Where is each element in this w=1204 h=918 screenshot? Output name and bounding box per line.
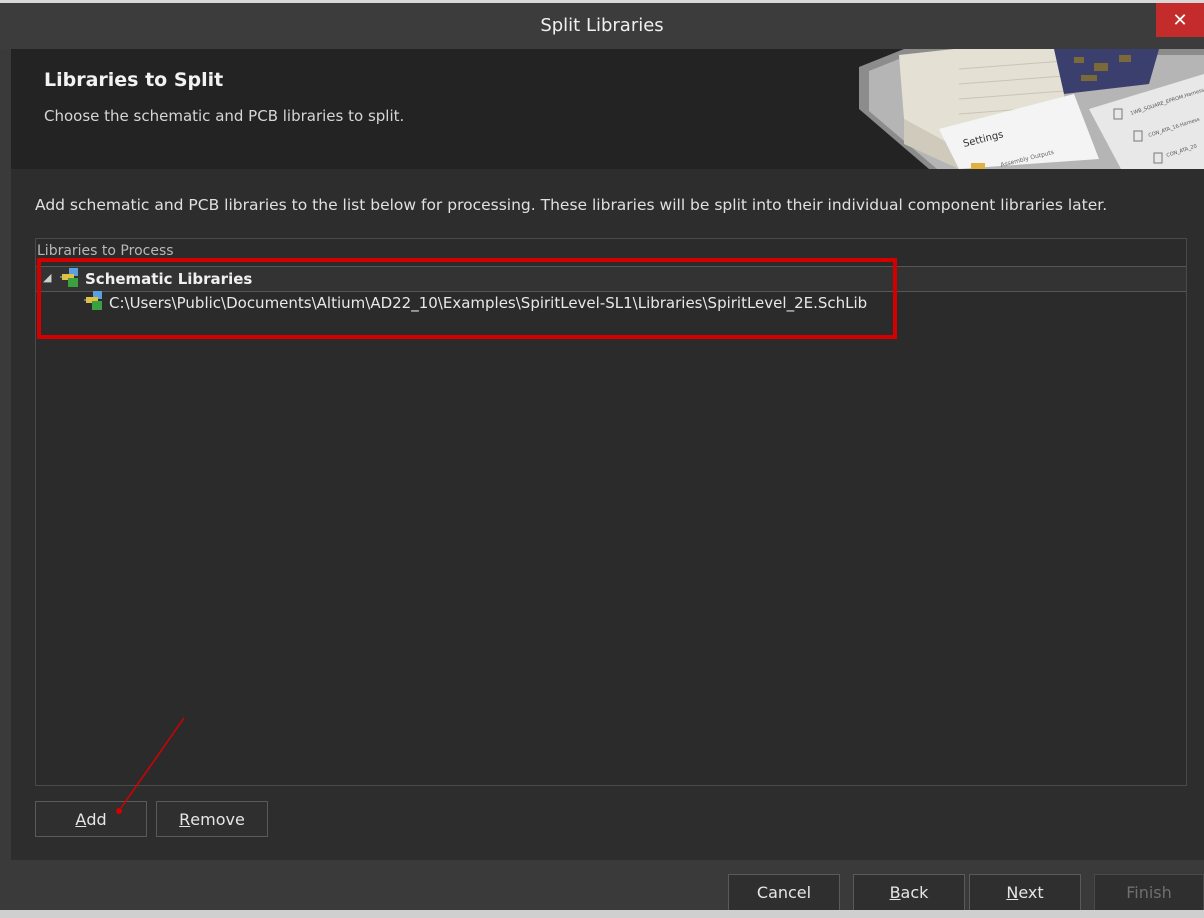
libraries-list[interactable]: Libraries to Process ◢ Schematic Librari… [35, 238, 1187, 786]
back-label-rest: ack [900, 883, 929, 902]
next-mnemonic: N [1006, 883, 1019, 902]
group-label: Schematic Libraries [85, 270, 253, 288]
close-button[interactable]: ✕ [1156, 3, 1204, 37]
header-illustration: Settings Assembly Outputs 1WB_SQUARE_EPR… [859, 49, 1204, 169]
wizard-content-panel: Libraries to Split Choose the schematic … [11, 49, 1204, 860]
page-title: Libraries to Split [44, 69, 224, 91]
add-mnemonic: A [75, 809, 87, 829]
bottom-edge-strip [0, 910, 1204, 918]
library-path: C:\Users\Public\Documents\Altium\AD22_10… [109, 294, 868, 312]
finish-button[interactable]: Finish [1094, 874, 1204, 911]
close-icon: ✕ [1172, 9, 1188, 31]
add-label-rest: dd [86, 809, 107, 829]
list-header: Libraries to Process [37, 243, 174, 255]
back-button[interactable]: Back [853, 874, 965, 911]
list-item[interactable]: C:\Users\Public\Documents\Altium\AD22_10… [36, 291, 1186, 315]
add-button[interactable]: Add [35, 801, 147, 837]
schematic-library-icon [60, 268, 78, 287]
remove-label-rest: emove [190, 809, 245, 829]
cancel-button[interactable]: Cancel [728, 874, 840, 911]
next-label-rest: ext [1018, 883, 1044, 902]
collapse-triangle-icon[interactable]: ◢ [43, 271, 51, 284]
next-button[interactable]: Next [969, 874, 1081, 911]
instructions-text: Add schematic and PCB libraries to the l… [35, 196, 1108, 214]
remove-button[interactable]: Remove [156, 801, 268, 837]
window-title: Split Libraries [540, 15, 664, 36]
back-mnemonic: B [889, 883, 901, 902]
tree-group-schematic-libraries[interactable]: ◢ Schematic Libraries [36, 266, 1186, 292]
window-titlebar: Split Libraries [0, 3, 1204, 49]
page-subtitle: Choose the schematic and PCB libraries t… [44, 107, 405, 125]
remove-mnemonic: R [179, 809, 191, 829]
wizard-footer: Cancel Back Next Finish [0, 860, 1204, 911]
wizard-header: Libraries to Split Choose the schematic … [11, 49, 1204, 169]
schematic-library-icon [84, 291, 102, 310]
